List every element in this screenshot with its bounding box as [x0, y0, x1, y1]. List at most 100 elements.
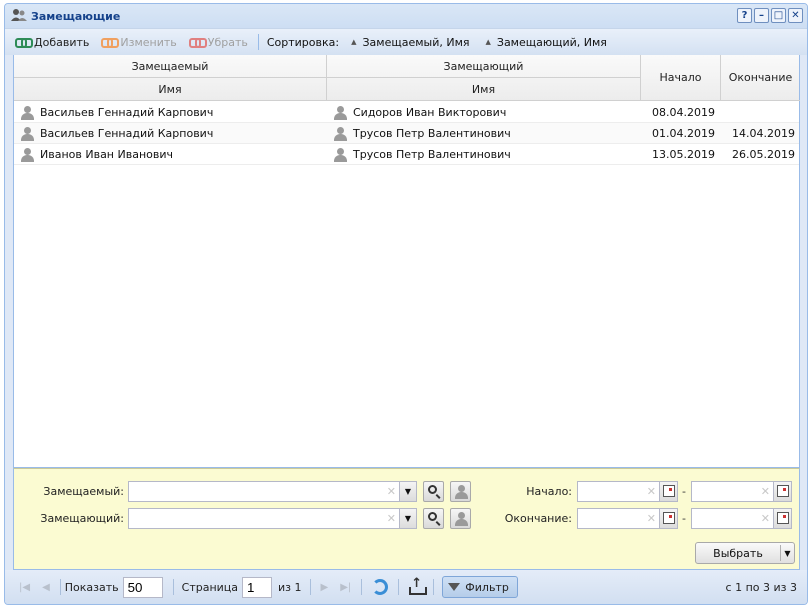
page-count-label: из 1: [278, 580, 302, 594]
link-add-icon: [15, 37, 33, 48]
clear-icon[interactable]: ✕: [387, 512, 396, 525]
search-replaced-button[interactable]: [423, 481, 444, 502]
search-icon: [428, 512, 437, 521]
pick-replacer-button[interactable]: [450, 508, 471, 529]
cell-start: 08.04.2019: [652, 106, 715, 119]
chevron-down-icon[interactable]: ▼: [781, 549, 794, 558]
pager-separator: [398, 579, 400, 595]
chevron-down-icon[interactable]: ▼: [399, 509, 416, 528]
select-button[interactable]: Выбрать ▼: [695, 542, 795, 564]
edit-button-label: Изменить: [120, 35, 177, 49]
end-from-date[interactable]: ✕: [577, 508, 678, 529]
sort-asc-icon: ▲: [351, 38, 357, 46]
end-filter-label: Окончание:: [504, 512, 572, 525]
person-icon: [454, 512, 468, 526]
last-page-icon[interactable]: ▶|: [340, 582, 351, 593]
search-replacer-button[interactable]: [423, 508, 444, 529]
cell-end: 14.04.2019: [732, 127, 795, 140]
calendar-icon[interactable]: [659, 509, 677, 528]
table-row[interactable]: Васильев Геннадий Карпович Сидоров Иван …: [14, 102, 799, 123]
chevron-down-icon[interactable]: ▼: [399, 482, 416, 501]
export-icon[interactable]: [409, 576, 428, 595]
table-row[interactable]: Иванов Иван Иванович Трусов Петр Валенти…: [14, 144, 799, 165]
add-button-label: Добавить: [34, 35, 90, 49]
page-number-input[interactable]: [242, 576, 273, 598]
replacer-combo[interactable]: ✕ ▼: [128, 508, 417, 529]
table-row[interactable]: Васильев Геннадий Карпович Трусов Петр В…: [14, 123, 799, 144]
replacements-window: Замещающие ? – □ ✕ Добавить Изменить Убр…: [4, 3, 808, 605]
cell-replaced: Васильев Геннадий Карпович: [14, 102, 327, 123]
filter-toggle-button[interactable]: Фильтр: [442, 576, 518, 598]
maximize-button[interactable]: □: [771, 8, 786, 23]
cell-replacer: Сидоров Иван Викторович: [327, 102, 641, 123]
replacer-name: Трусов Петр Валентинович: [353, 127, 511, 140]
edit-button[interactable]: Изменить: [101, 35, 177, 49]
cell-start: 13.05.2019: [652, 148, 715, 161]
toolbar-separator: [257, 34, 259, 50]
show-label: Показать: [64, 580, 119, 594]
sort-asc-icon: ▲: [485, 38, 491, 46]
close-button[interactable]: ✕: [788, 8, 803, 23]
users-icon: [11, 8, 27, 24]
clear-icon[interactable]: ✕: [387, 485, 396, 498]
pager-separator: [309, 579, 311, 595]
header-replacer-name[interactable]: Имя: [327, 78, 641, 101]
clear-icon[interactable]: ✕: [647, 485, 656, 498]
sort-item-replaced[interactable]: ▲ Замещаемый, Имя: [351, 36, 469, 49]
page-size-input[interactable]: [122, 576, 163, 598]
header-replacer-group[interactable]: Замещающий: [327, 55, 641, 78]
first-page-icon[interactable]: |◀: [19, 582, 30, 593]
cell-replacer: Трусов Петр Валентинович: [327, 144, 641, 165]
person-icon: [333, 105, 347, 120]
cell-end: [726, 102, 805, 123]
sort-item-label: Замещающий, Имя: [496, 35, 607, 49]
cell-replacer: Трусов Петр Валентинович: [327, 123, 641, 144]
replaced-filter-label: Замещаемый:: [43, 485, 124, 498]
replaced-combo[interactable]: ✕ ▼: [128, 481, 417, 502]
toolbar: Добавить Изменить Убрать Сортировка: ▲ З…: [5, 28, 807, 55]
sort-item-label: Замещаемый, Имя: [362, 35, 470, 49]
person-icon: [454, 485, 468, 499]
person-icon: [20, 147, 34, 162]
replacements-grid: Замещаемый Замещающий Имя Имя Начало Око…: [13, 55, 800, 468]
filter-button-label: Фильтр: [465, 580, 509, 594]
replaced-name: Васильев Геннадий Карпович: [40, 127, 214, 140]
replacer-filter-label: Замещающий:: [40, 512, 124, 525]
prev-page-icon[interactable]: ◀: [42, 582, 50, 593]
calendar-icon[interactable]: [773, 482, 791, 501]
clear-icon[interactable]: ✕: [761, 485, 770, 498]
replacer-name: Трусов Петр Валентинович: [353, 148, 511, 161]
end-to-date[interactable]: ✕: [691, 508, 792, 529]
header-replaced-name[interactable]: Имя: [14, 78, 327, 101]
pick-replaced-button[interactable]: [450, 481, 471, 502]
help-button[interactable]: ?: [737, 8, 752, 23]
person-icon: [333, 147, 347, 162]
sort-item-replacer[interactable]: ▲ Замещающий, Имя: [486, 36, 607, 49]
clear-icon[interactable]: ✕: [647, 512, 656, 525]
filter-panel: Замещаемый: ✕ ▼ Замещающий: ✕ ▼ Начало: …: [13, 468, 800, 570]
remove-button[interactable]: Убрать: [188, 36, 248, 49]
start-to-date[interactable]: ✕: [691, 481, 792, 502]
person-icon: [20, 126, 34, 141]
header-replaced-group[interactable]: Замещаемый: [14, 55, 327, 78]
header-end[interactable]: Окончание: [721, 55, 800, 101]
link-remove-icon: [188, 37, 207, 48]
start-from-date[interactable]: ✕: [577, 481, 678, 502]
header-start[interactable]: Начало: [641, 55, 721, 101]
window-controls: ? – □ ✕: [737, 8, 803, 23]
next-page-icon[interactable]: ▶: [321, 582, 329, 593]
person-icon: [333, 126, 347, 141]
refresh-icon[interactable]: [372, 579, 389, 595]
pager-separator: [172, 579, 174, 595]
window-title: Замещающие: [31, 9, 121, 23]
sort-label: Сортировка:: [266, 35, 340, 49]
minimize-button[interactable]: –: [754, 8, 769, 23]
replaced-name: Иванов Иван Иванович: [40, 148, 173, 161]
calendar-icon[interactable]: [773, 509, 791, 528]
cell-replaced: Иванов Иван Иванович: [14, 144, 327, 165]
add-button[interactable]: Добавить: [15, 36, 89, 49]
calendar-icon[interactable]: [659, 482, 677, 501]
replacer-name: Сидоров Иван Викторович: [353, 106, 507, 119]
range-dash: -: [682, 485, 686, 498]
clear-icon[interactable]: ✕: [761, 512, 770, 525]
